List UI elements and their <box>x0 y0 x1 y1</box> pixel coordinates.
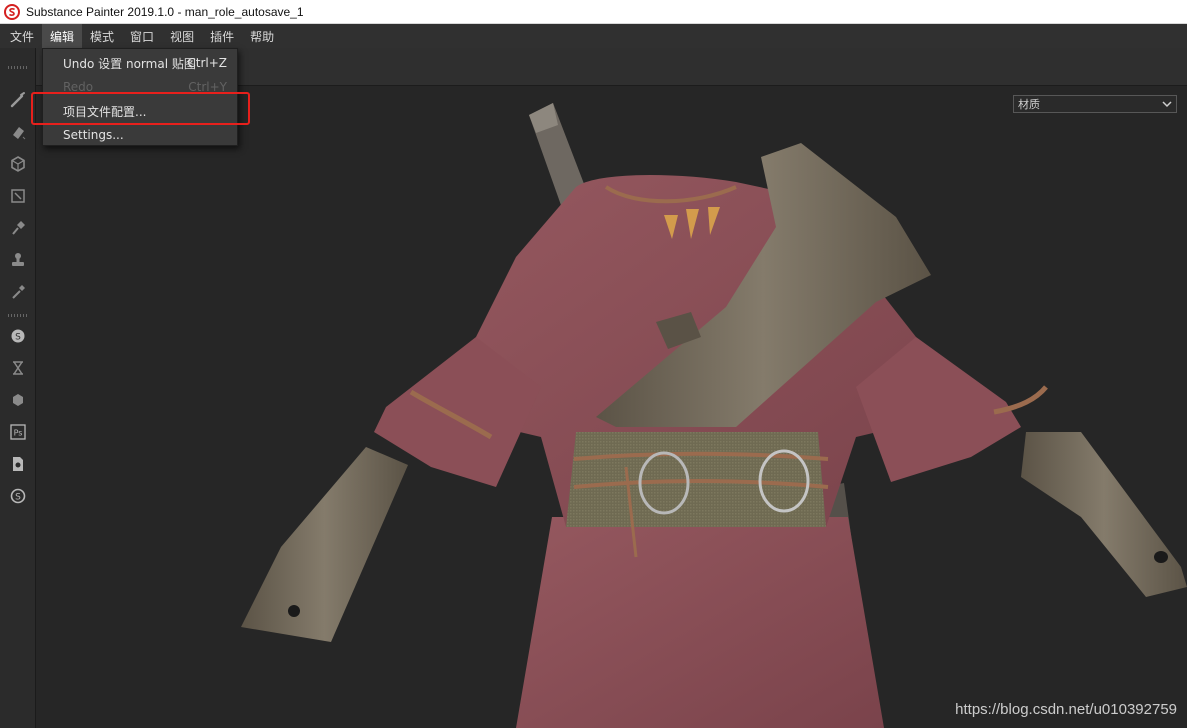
menu-help[interactable]: 帮助 <box>242 24 282 48</box>
menu-plugins[interactable]: 插件 <box>202 24 242 48</box>
channel-select[interactable]: 材质 <box>1013 95 1177 113</box>
hourglass-icon[interactable] <box>8 358 28 378</box>
right-bracer <box>1021 432 1187 597</box>
substance-circle-icon[interactable]: S <box>8 486 28 506</box>
menu-file[interactable]: 文件 <box>2 24 42 48</box>
menu-window[interactable]: 窗口 <box>122 24 162 48</box>
substance-painter-logo-icon <box>4 3 20 20</box>
paint-brush-icon[interactable] <box>8 90 28 110</box>
menu-edit[interactable]: 编辑 <box>42 24 83 48</box>
menu-item-shortcut: Ctrl+Z <box>187 56 227 70</box>
character-model[interactable] <box>36 87 1187 728</box>
clone-stamp-icon[interactable] <box>8 250 28 270</box>
substance-s-icon[interactable]: S <box>8 326 28 346</box>
panel-grip[interactable] <box>8 314 28 317</box>
projection-cube-icon[interactable] <box>8 154 28 174</box>
svg-text:S: S <box>15 333 21 343</box>
polygon-fill-icon[interactable] <box>8 186 28 206</box>
window-titlebar: Substance Painter 2019.1.0 - man_role_au… <box>0 0 1187 24</box>
watermark-url: https://blog.csdn.net/u010392759 <box>955 701 1177 718</box>
menu-item-label: Settings... <box>63 128 124 142</box>
eraser-icon[interactable] <box>8 122 28 142</box>
3d-viewport[interactable]: 材质 https://blog.csdn.net/u010392759 <box>36 87 1187 728</box>
bracer-hole <box>1154 551 1168 563</box>
lower-robe <box>516 517 884 728</box>
left-bracer <box>241 447 408 642</box>
substance-cube-icon[interactable] <box>8 390 28 410</box>
document-export-icon[interactable] <box>8 454 28 474</box>
smudge-icon[interactable] <box>8 218 28 238</box>
menu-bar: 文件 编辑 模式 窗口 视图 插件 帮助 <box>0 24 1187 48</box>
bracer-hole <box>288 605 300 617</box>
left-tool-panel: S Ps S <box>0 48 36 728</box>
svg-text:S: S <box>15 493 21 503</box>
channel-select-value: 材质 <box>1018 98 1040 111</box>
panel-grip[interactable] <box>8 66 28 69</box>
chevron-down-icon <box>1162 101 1172 108</box>
menu-mode[interactable]: 模式 <box>82 24 122 48</box>
photoshop-icon[interactable]: Ps <box>8 422 28 442</box>
menu-item-settings[interactable]: Settings... <box>43 123 237 147</box>
color-picker-icon[interactable] <box>8 282 28 302</box>
window-title: Substance Painter 2019.1.0 - man_role_au… <box>26 4 304 19</box>
annotation-highlight-box <box>31 92 250 125</box>
svg-text:Ps: Ps <box>14 429 23 438</box>
menu-item-undo[interactable]: Undo 设置 normal 贴图 Ctrl+Z <box>43 51 237 75</box>
menu-view[interactable]: 视图 <box>162 24 202 48</box>
menu-item-label: Undo 设置 normal 贴图 <box>63 56 196 71</box>
